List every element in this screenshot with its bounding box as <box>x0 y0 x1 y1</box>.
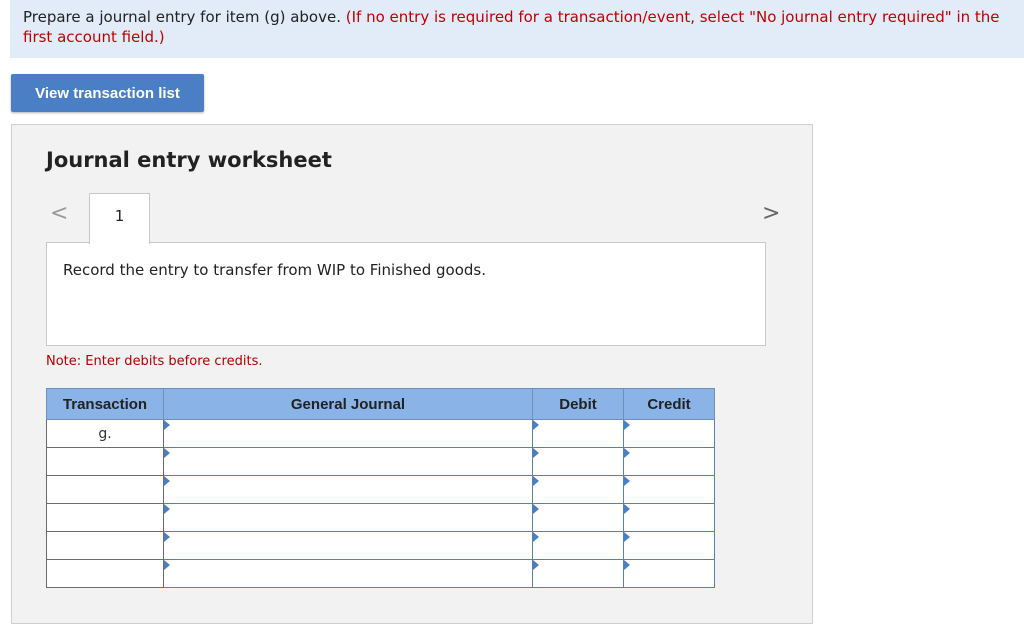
account-select[interactable] <box>163 559 533 588</box>
table-row <box>46 475 715 504</box>
credit-input[interactable] <box>623 559 715 588</box>
debit-input[interactable] <box>532 531 624 560</box>
table-row <box>46 531 715 560</box>
chevron-left-icon[interactable]: < <box>50 201 68 226</box>
table-row <box>46 447 715 476</box>
table-header-row: Transaction General Journal Debit Credit <box>46 388 715 420</box>
dropdown-marker-icon <box>533 560 539 570</box>
credit-input[interactable] <box>623 447 715 476</box>
account-select[interactable] <box>163 447 533 476</box>
dropdown-marker-icon <box>164 532 170 542</box>
debit-input[interactable] <box>532 447 624 476</box>
account-select[interactable] <box>163 475 533 504</box>
debit-input[interactable] <box>532 419 624 448</box>
transaction-cell <box>46 559 164 588</box>
credit-input[interactable] <box>623 503 715 532</box>
transaction-cell <box>46 503 164 532</box>
dropdown-marker-icon <box>164 448 170 458</box>
dropdown-marker-icon <box>624 532 630 542</box>
dropdown-marker-icon <box>624 476 630 486</box>
transaction-cell <box>46 531 164 560</box>
entry-description-text: Record the entry to transfer from WIP to… <box>63 261 487 279</box>
dropdown-marker-icon <box>164 504 170 514</box>
debit-header: Debit <box>532 388 624 420</box>
dropdown-marker-icon <box>533 448 539 458</box>
dropdown-marker-icon <box>164 476 170 486</box>
dropdown-marker-icon <box>624 448 630 458</box>
dropdown-marker-icon <box>624 504 630 514</box>
credit-input[interactable] <box>623 531 715 560</box>
credit-input[interactable] <box>623 419 715 448</box>
account-select[interactable] <box>163 419 533 448</box>
note-text: Note: Enter debits before credits. <box>46 354 263 369</box>
table-row <box>46 503 715 532</box>
tab-label: 1 <box>114 207 125 225</box>
table-row: g. <box>46 419 715 448</box>
credit-input[interactable] <box>623 475 715 504</box>
dropdown-marker-icon <box>624 560 630 570</box>
dropdown-marker-icon <box>164 560 170 570</box>
credit-header: Credit <box>623 388 715 420</box>
instructions-text: Prepare a journal entry for item (g) abo… <box>23 8 341 26</box>
account-select[interactable] <box>163 531 533 560</box>
debit-input[interactable] <box>532 559 624 588</box>
dropdown-marker-icon <box>533 420 539 430</box>
debit-input[interactable] <box>532 503 624 532</box>
dropdown-marker-icon <box>533 504 539 514</box>
worksheet-title: Journal entry worksheet <box>46 148 332 172</box>
dropdown-marker-icon <box>533 476 539 486</box>
journal-entry-worksheet: Journal entry worksheet < > 1 Record the… <box>11 124 813 624</box>
transaction-header: Transaction <box>46 388 164 420</box>
entry-description: Record the entry to transfer from WIP to… <box>46 242 766 346</box>
instructions-banner: Prepare a journal entry for item (g) abo… <box>10 0 1024 58</box>
dropdown-marker-icon <box>624 420 630 430</box>
chevron-right-icon[interactable]: > <box>762 201 780 226</box>
table-row <box>46 559 715 588</box>
transaction-cell <box>46 447 164 476</box>
journal-table: Transaction General Journal Debit Credit… <box>46 388 715 588</box>
view-transaction-list-button[interactable]: View transaction list <box>11 74 204 112</box>
tab-1[interactable]: 1 <box>89 193 150 244</box>
debit-input[interactable] <box>532 475 624 504</box>
dropdown-marker-icon <box>164 420 170 430</box>
account-select[interactable] <box>163 503 533 532</box>
transaction-cell: g. <box>46 419 164 448</box>
general-journal-header: General Journal <box>163 388 533 420</box>
dropdown-marker-icon <box>533 532 539 542</box>
transaction-cell <box>46 475 164 504</box>
